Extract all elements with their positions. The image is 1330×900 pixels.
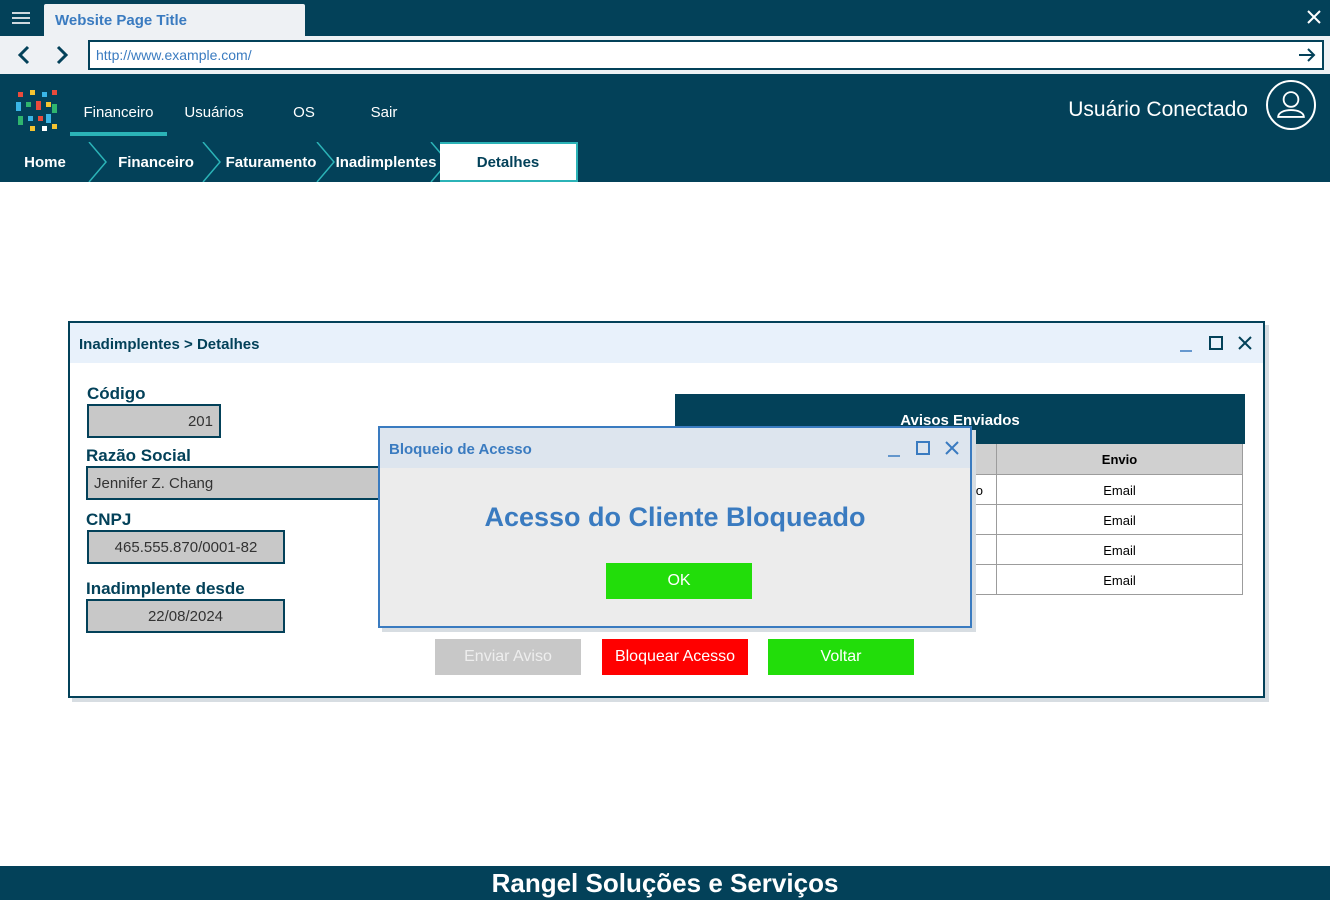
- company-logo-icon: [16, 90, 57, 131]
- breadcrumb-inadimplentes[interactable]: Inadimplentes: [334, 142, 438, 182]
- footer: Rangel Soluções e Serviços: [0, 866, 1330, 900]
- codigo-label: Código: [87, 384, 146, 403]
- modal-message: Acesso do Cliente Bloqueado: [484, 502, 866, 532]
- browser-tab-title: Website Page Title: [55, 12, 187, 29]
- nav-os[interactable]: OS: [282, 74, 326, 136]
- footer-text: Rangel Soluções e Serviços: [491, 868, 839, 898]
- close-icon[interactable]: [1236, 334, 1254, 352]
- back-arrow-icon[interactable]: [14, 44, 36, 66]
- table-row-envio: Email: [996, 505, 1243, 535]
- razao-social-label: Razão Social: [86, 446, 191, 465]
- maximize-icon[interactable]: [914, 439, 932, 457]
- table-row-envio: Email: [996, 565, 1243, 595]
- browser-tab[interactable]: Website Page Title: [44, 4, 305, 36]
- address-bar: [0, 36, 1330, 74]
- breadcrumb-financeiro[interactable]: Financeiro: [108, 142, 204, 182]
- nav-financeiro[interactable]: Financeiro: [70, 74, 167, 136]
- codigo-field[interactable]: [87, 404, 221, 438]
- breadcrumb-separator-icon: [316, 142, 335, 182]
- cnpj-field[interactable]: [87, 530, 285, 564]
- modal-titlebar: Bloqueio de Acesso: [380, 428, 970, 468]
- ok-button[interactable]: OK: [606, 563, 752, 599]
- table-row-envio: Email: [996, 475, 1243, 505]
- bloqueio-modal: Bloqueio de Acesso Acesso do Cliente Blo…: [378, 426, 972, 628]
- nav-sair[interactable]: Sair: [362, 74, 406, 136]
- go-arrow-icon[interactable]: [1298, 46, 1316, 64]
- breadcrumb-separator-icon: [88, 142, 107, 182]
- breadcrumb-faturamento[interactable]: Faturamento: [222, 142, 320, 182]
- hamburger-menu-icon[interactable]: [10, 9, 34, 27]
- voltar-button[interactable]: Voltar: [768, 639, 914, 675]
- window-titlebar: Inadimplentes > Detalhes: [70, 323, 1263, 363]
- forward-arrow-icon[interactable]: [50, 44, 72, 66]
- table-header-envio: Envio: [996, 444, 1243, 475]
- close-icon[interactable]: [1306, 9, 1322, 25]
- browser-titlebar: Website Page Title: [0, 0, 1330, 36]
- razao-social-field[interactable]: [86, 466, 386, 500]
- modal-title: Bloqueio de Acesso: [389, 441, 532, 458]
- user-connected-label: Usuário Conectado: [1068, 98, 1248, 121]
- nav-usuarios[interactable]: Usuários: [174, 74, 254, 136]
- url-input[interactable]: [96, 42, 1286, 68]
- bloquear-acesso-button[interactable]: Bloquear Acesso: [602, 639, 748, 675]
- table-row-envio: Email: [996, 535, 1243, 565]
- breadcrumb-home[interactable]: Home: [0, 142, 90, 182]
- user-avatar-icon[interactable]: [1266, 80, 1316, 130]
- close-icon[interactable]: [943, 439, 961, 457]
- url-box: [88, 40, 1324, 70]
- cnpj-label: CNPJ: [86, 510, 132, 529]
- inadimplente-desde-label: Inadimplente desde: [86, 579, 245, 598]
- enviar-aviso-button[interactable]: Enviar Aviso: [435, 639, 581, 675]
- inadimplente-desde-field[interactable]: [86, 599, 285, 633]
- window-title: Inadimplentes > Detalhes: [79, 336, 260, 353]
- breadcrumb-detalhes: Detalhes: [440, 142, 578, 182]
- app-header: Financeiro Usuários OS Sair Usuário Cone…: [0, 74, 1330, 182]
- minimize-icon[interactable]: [885, 441, 903, 459]
- breadcrumb-separator-icon: [202, 142, 221, 182]
- minimize-icon[interactable]: [1177, 336, 1195, 354]
- maximize-icon[interactable]: [1207, 334, 1225, 352]
